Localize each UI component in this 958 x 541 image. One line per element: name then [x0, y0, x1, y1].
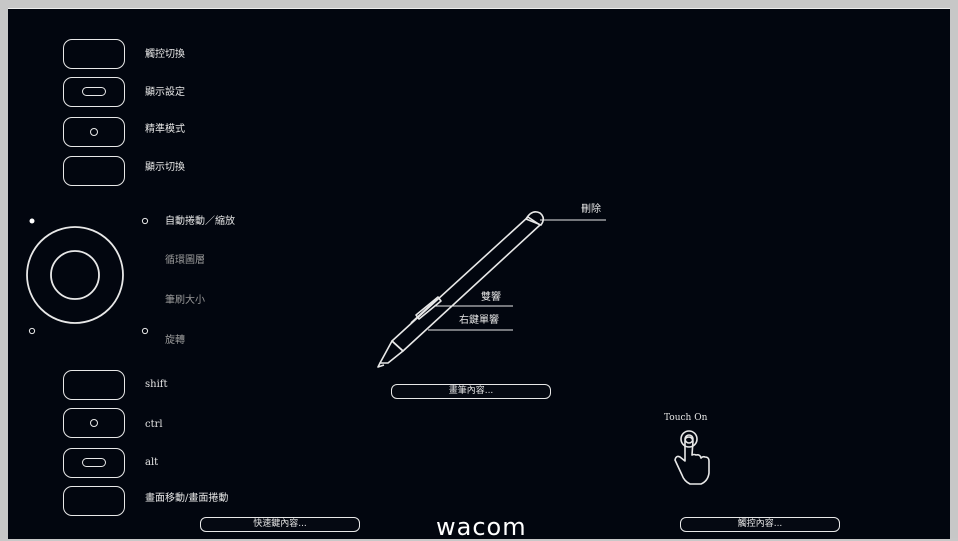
ring-mode-indicator-active [29, 218, 35, 224]
eraser-label: 刪除 [581, 204, 601, 215]
express-key-6-label: ctrl [145, 419, 163, 430]
ring-mode-3-label: 筆刷大小 [165, 295, 205, 306]
pen-barrel [391, 216, 541, 352]
dash-icon [82, 458, 106, 467]
screen: 觸控切換 顯示設定 精準模式 顯示切換 自動捲動／縮放 循環圖層 筆刷大小 旋轉… [0, 0, 958, 541]
ring-mode-indicator [141, 217, 149, 225]
wacom-logo: wacom [436, 513, 527, 541]
express-key-1-label: 觸控切換 [145, 49, 185, 60]
express-key-5[interactable] [63, 370, 125, 400]
upper-switch-label: 雙響 [481, 292, 501, 303]
dot-icon [90, 128, 98, 136]
hand-touch-icon[interactable] [668, 427, 718, 497]
touch-settings-button[interactable]: 觸控內容... [680, 517, 840, 532]
tablet-panel: 觸控切換 顯示設定 精準模式 顯示切換 自動捲動／縮放 循環圖層 筆刷大小 旋轉… [8, 8, 950, 541]
pen-illustration[interactable] [358, 199, 618, 374]
ring-mode-4-label: 旋轉 [165, 335, 185, 346]
ring-mode-indicator [28, 327, 36, 335]
dash-icon [82, 87, 106, 96]
express-key-4-label: 顯示切換 [145, 162, 185, 173]
express-key-3-label: 精準模式 [145, 124, 185, 135]
touch-ring[interactable] [18, 207, 158, 347]
express-key-1[interactable] [63, 39, 125, 69]
ring-mode-1-label: 自動捲動／縮放 [165, 216, 235, 227]
express-key-7-label: alt [145, 457, 159, 468]
express-key-2-label: 顯示設定 [145, 87, 185, 98]
express-key-3[interactable] [63, 117, 125, 147]
ring-mode-2-label: 循環圖層 [165, 255, 205, 266]
express-key-8-label: 畫面移動/畫面捲動 [145, 493, 229, 504]
express-key-2[interactable] [63, 77, 125, 107]
express-key-8[interactable] [63, 486, 125, 516]
express-key-7[interactable] [63, 448, 125, 478]
pen-settings-button[interactable]: 畫筆內容... [391, 384, 551, 399]
express-key-4[interactable] [63, 156, 125, 186]
ring-mode-indicator [141, 327, 149, 335]
express-key-6[interactable] [63, 408, 125, 438]
express-key-5-label: shift [145, 379, 168, 390]
lower-switch-label: 右鍵單響 [459, 315, 499, 326]
touch-status-label: Touch On [664, 413, 708, 423]
dot-icon [90, 419, 98, 427]
express-key-settings-button[interactable]: 快速鍵內容... [200, 517, 360, 532]
